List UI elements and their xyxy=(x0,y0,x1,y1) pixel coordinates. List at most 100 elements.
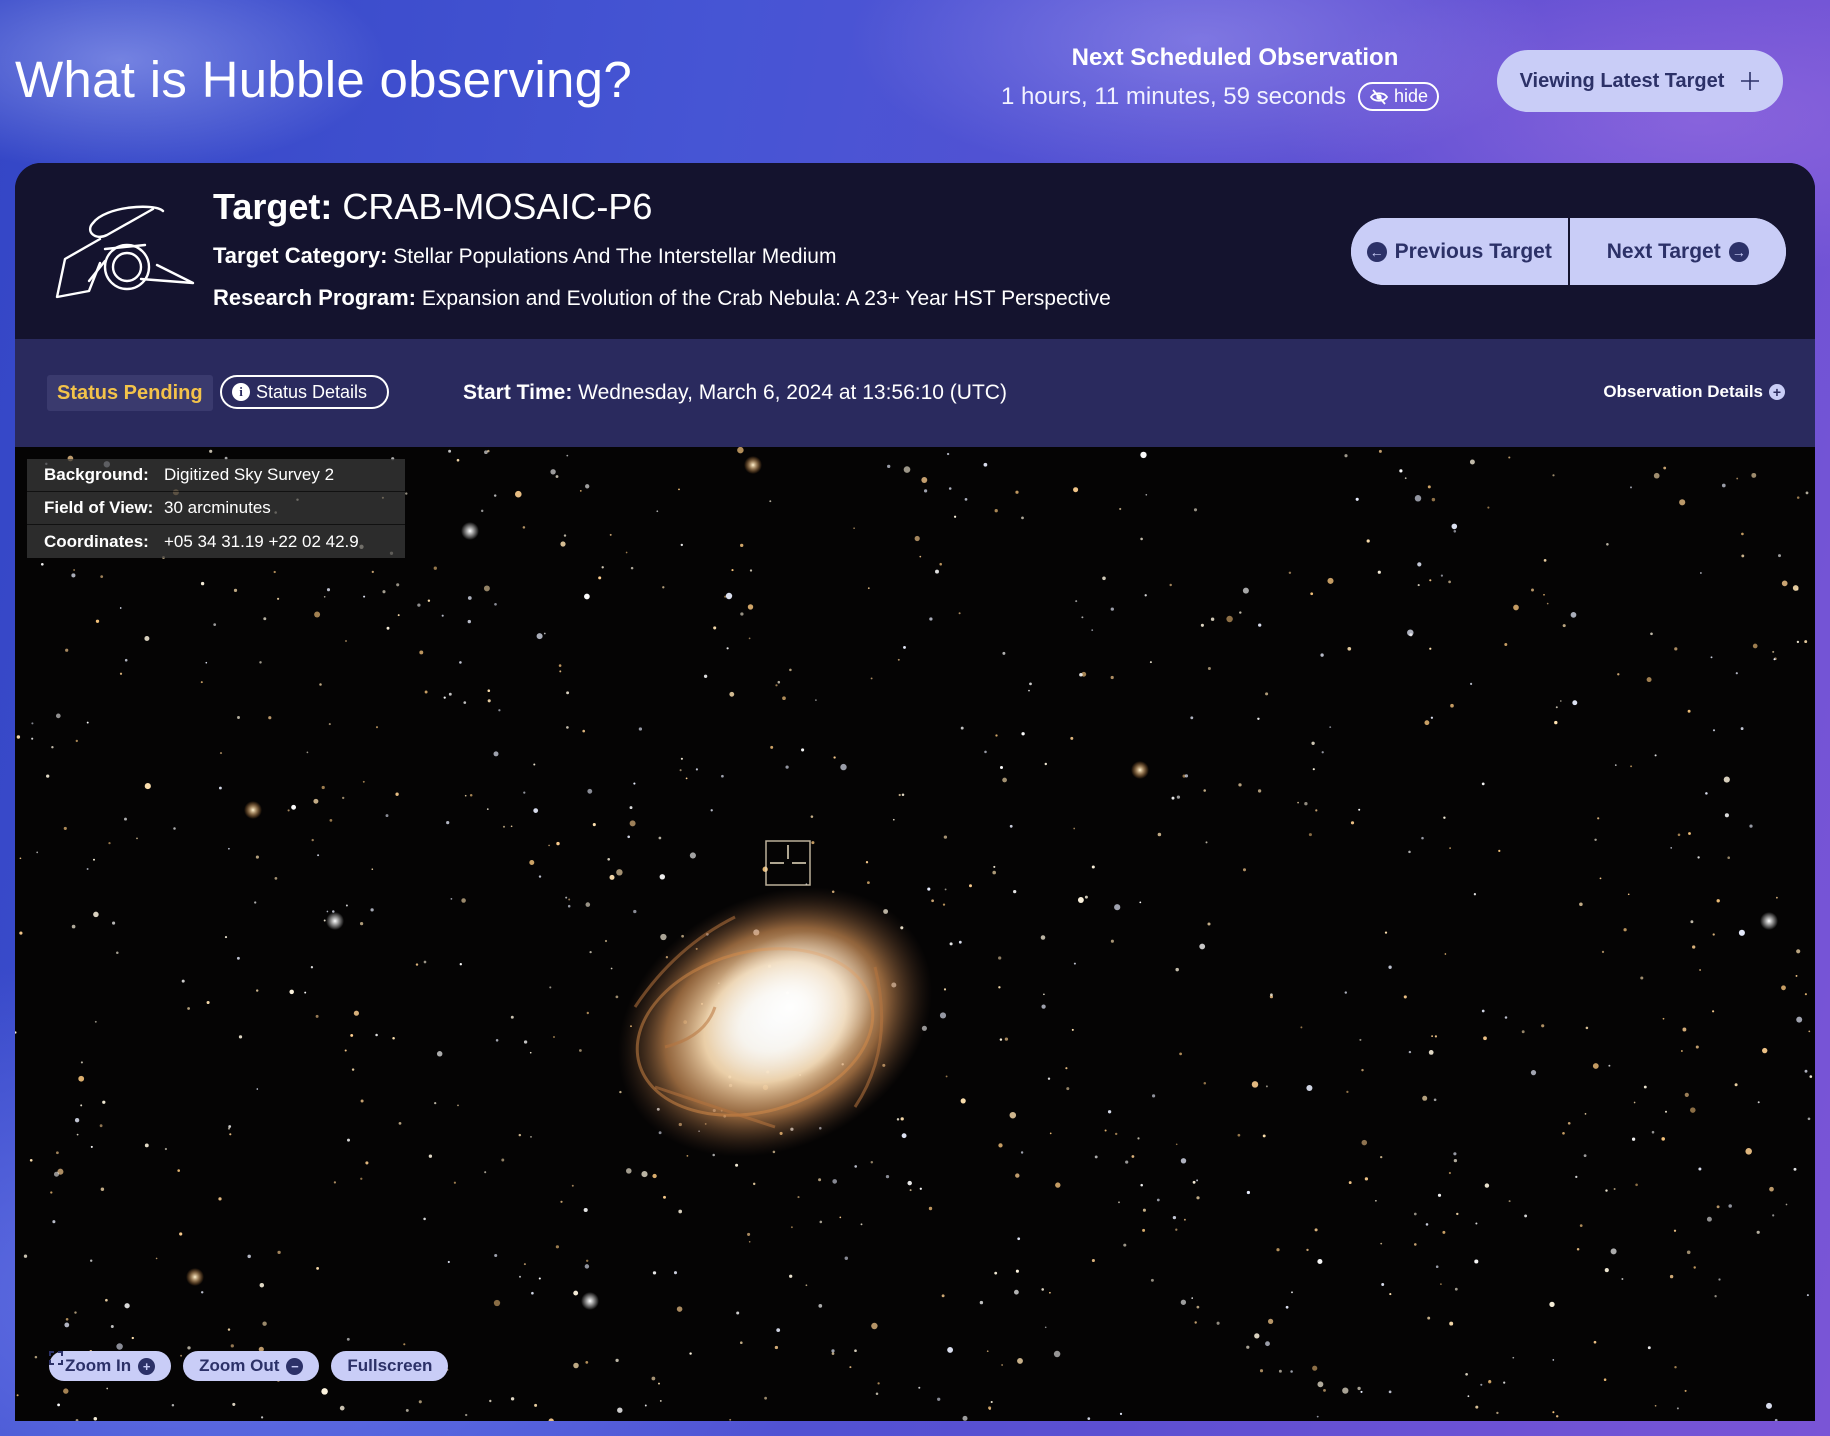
star xyxy=(571,1184,574,1187)
bright-star xyxy=(1760,912,1778,930)
star xyxy=(748,637,751,640)
star xyxy=(1216,1321,1220,1325)
star xyxy=(65,648,69,652)
star xyxy=(1435,1265,1439,1268)
star xyxy=(1552,474,1555,477)
star xyxy=(870,1160,874,1164)
star xyxy=(1047,1077,1051,1080)
star xyxy=(1673,1229,1677,1232)
star xyxy=(227,1328,231,1331)
star xyxy=(1690,920,1694,924)
star xyxy=(1358,808,1361,811)
star xyxy=(1176,795,1181,799)
star xyxy=(1712,933,1715,936)
star xyxy=(1508,1200,1511,1203)
star xyxy=(52,1220,56,1224)
star xyxy=(1579,902,1583,907)
star xyxy=(1483,1036,1487,1041)
previous-target-button[interactable]: ← Previous Target xyxy=(1351,218,1568,285)
star xyxy=(797,1196,800,1199)
star xyxy=(1749,824,1753,828)
star xyxy=(725,592,733,600)
star xyxy=(587,788,593,794)
star xyxy=(256,1088,259,1090)
star xyxy=(1346,1090,1349,1094)
star xyxy=(1718,1278,1721,1281)
star xyxy=(1384,931,1388,934)
star xyxy=(680,543,684,547)
star xyxy=(1456,1212,1459,1216)
countdown-timer: 1 hours, 11 minutes, 59 seconds xyxy=(1000,82,1347,110)
star xyxy=(586,1011,589,1015)
star xyxy=(1530,1069,1537,1076)
star xyxy=(1149,661,1152,664)
star xyxy=(1552,1411,1555,1414)
star xyxy=(36,851,39,854)
star xyxy=(447,1260,450,1264)
star xyxy=(99,1124,103,1128)
star xyxy=(375,726,379,729)
star xyxy=(1421,836,1424,840)
star xyxy=(764,1396,767,1400)
star xyxy=(1157,832,1162,837)
star xyxy=(1593,1340,1597,1344)
star xyxy=(1705,792,1708,795)
star xyxy=(1259,1369,1264,1373)
star xyxy=(579,1049,582,1052)
status-details-button[interactable]: i Status Details xyxy=(220,375,390,409)
zoom-out-button[interactable]: Zoom Out − xyxy=(183,1351,320,1381)
star xyxy=(1009,824,1013,828)
hide-button[interactable]: hide xyxy=(1358,82,1440,111)
star xyxy=(80,1061,83,1064)
star xyxy=(529,1051,532,1054)
star xyxy=(810,815,814,818)
star xyxy=(1081,616,1084,619)
star xyxy=(811,841,815,845)
observation-details-button[interactable]: Observation Details + xyxy=(1603,382,1785,402)
star xyxy=(495,1039,499,1042)
star xyxy=(1237,1133,1241,1137)
star xyxy=(1257,717,1260,721)
star xyxy=(1805,491,1809,495)
star xyxy=(1453,1152,1457,1156)
star xyxy=(344,1049,347,1052)
star xyxy=(1665,1110,1667,1113)
star xyxy=(433,566,437,570)
star xyxy=(110,1325,114,1328)
zoom-in-button[interactable]: Zoom In + xyxy=(49,1351,172,1381)
star xyxy=(1552,1359,1555,1361)
star xyxy=(747,1232,751,1236)
star xyxy=(396,583,400,587)
star xyxy=(1091,1258,1095,1263)
star xyxy=(1762,1047,1768,1054)
info-icon: i xyxy=(232,383,250,401)
star xyxy=(1073,827,1076,830)
star xyxy=(1347,646,1352,651)
star xyxy=(1408,850,1411,854)
star xyxy=(76,1133,79,1136)
star xyxy=(326,910,329,913)
fullscreen-button[interactable]: Fullscreen xyxy=(49,1351,449,1381)
next-target-button[interactable]: Next Target → xyxy=(1569,218,1786,285)
star xyxy=(371,868,374,871)
bright-star xyxy=(581,1292,599,1310)
star xyxy=(660,933,667,941)
star xyxy=(1633,1101,1636,1104)
star xyxy=(206,1000,210,1005)
sky-viewer[interactable]: Background: Digitized Sky Survey 2 Field… xyxy=(15,447,1815,1421)
star xyxy=(659,1399,662,1402)
star xyxy=(1474,1259,1479,1264)
star xyxy=(1721,483,1726,488)
star xyxy=(106,1387,109,1390)
star xyxy=(630,566,634,570)
star xyxy=(762,866,768,872)
star xyxy=(945,1075,948,1078)
star xyxy=(555,475,559,478)
research-program-value: Expansion and Evolution of the Crab Nebu… xyxy=(421,287,1111,310)
star xyxy=(181,979,185,983)
star xyxy=(1440,574,1443,577)
star xyxy=(90,1145,93,1148)
star xyxy=(583,1207,588,1213)
viewing-latest-target-button[interactable]: Viewing Latest Target xyxy=(1497,50,1783,112)
star xyxy=(1417,584,1420,587)
